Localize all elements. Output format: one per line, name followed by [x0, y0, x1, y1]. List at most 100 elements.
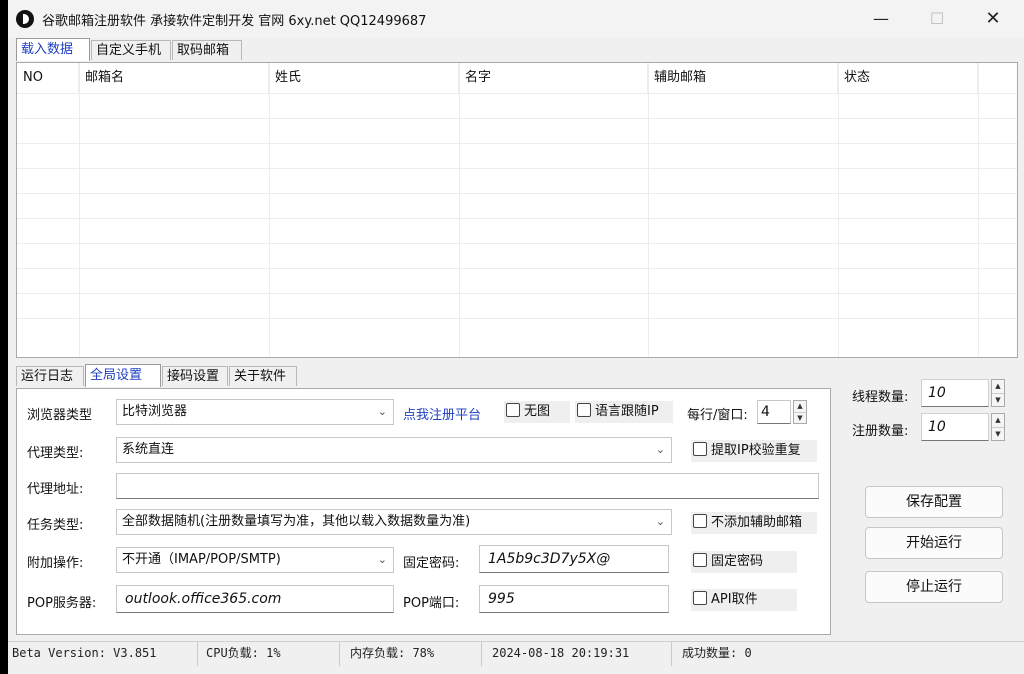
- minimize-button[interactable]: —: [858, 0, 904, 38]
- tab-load-data[interactable]: 载入数据: [16, 38, 90, 61]
- fetch-ip-check-label: 提取IP校验重复: [711, 443, 801, 458]
- thread-count-spinner[interactable]: ▲ ▼: [991, 379, 1005, 407]
- pop-port-input[interactable]: 995: [479, 585, 669, 613]
- col-header-aux-email[interactable]: 辅助邮箱: [648, 63, 838, 93]
- arrow-up-icon[interactable]: ▲: [992, 414, 1004, 427]
- no-aux-email-checkbox[interactable]: 不添加辅助邮箱: [691, 512, 817, 534]
- tab-about[interactable]: 关于软件: [229, 366, 297, 386]
- register-platform-link[interactable]: 点我注册平台: [403, 404, 481, 423]
- arrow-down-icon[interactable]: ▼: [794, 412, 806, 424]
- checkbox-icon: [693, 553, 707, 567]
- status-memory: 内存负载: 78%: [340, 642, 482, 666]
- maximize-button[interactable]: ☐: [914, 0, 960, 38]
- status-datetime: 2024-08-18 20:19:31: [482, 642, 672, 666]
- col-header-surname[interactable]: 姓氏: [269, 63, 459, 93]
- main-window: 谷歌邮箱注册软件 承接软件定制开发 官网 6xy.net QQ12499687 …: [8, 0, 1024, 674]
- chevron-down-icon: ⌄: [377, 553, 387, 566]
- register-count-spinner[interactable]: ▲ ▼: [991, 413, 1005, 441]
- status-cpu: CPU负载: 1%: [198, 642, 340, 666]
- thread-count-label: 线程数量:: [852, 390, 909, 405]
- arrow-down-icon[interactable]: ▼: [992, 427, 1004, 441]
- thread-count-input[interactable]: 10: [921, 379, 989, 407]
- pop-server-input[interactable]: outlook.office365.com: [116, 585, 394, 613]
- tab-custom-phone[interactable]: 自定义手机: [91, 40, 171, 60]
- col-header-given-name[interactable]: 名字: [459, 63, 648, 93]
- per-row-label: 每行/窗口:: [687, 408, 748, 423]
- col-header-email[interactable]: 邮箱名: [79, 63, 269, 93]
- browser-type-select[interactable]: 比特浏览器 ⌄: [116, 399, 394, 425]
- table-row[interactable]: [17, 168, 1017, 194]
- table-row[interactable]: [17, 243, 1017, 269]
- status-bar: Beta Version: V3.851 CPU负载: 1% 内存负载: 78%…: [8, 641, 1024, 666]
- tab-code-mailbox[interactable]: 取码邮箱: [172, 40, 242, 60]
- col-header-no[interactable]: NO: [17, 63, 79, 93]
- checkbox-icon: [693, 514, 707, 528]
- checkbox-icon: [506, 403, 520, 417]
- table-row[interactable]: [17, 193, 1017, 219]
- global-settings-panel: 浏览器类型 比特浏览器 ⌄ 点我注册平台 无图 语言跟随IP 每行/窗口: 4 …: [16, 388, 831, 635]
- stop-run-button[interactable]: 停止运行: [865, 571, 1003, 603]
- per-row-spinner[interactable]: ▲ ▼: [793, 400, 807, 424]
- table-row[interactable]: [17, 93, 1017, 119]
- chevron-down-icon: ⌄: [655, 515, 665, 528]
- arrow-up-icon[interactable]: ▲: [992, 380, 1004, 393]
- pop-port-label: POP端口:: [403, 596, 460, 611]
- per-row-input[interactable]: 4: [757, 400, 791, 424]
- col-header-status[interactable]: 状态: [838, 63, 978, 93]
- register-count-label: 注册数量:: [852, 424, 909, 439]
- tab-sms-settings[interactable]: 接码设置: [162, 366, 228, 386]
- extra-operation-value: 不开通（IMAP/POP/SMTP): [122, 552, 281, 567]
- bottom-tab-bar: 运行日志 全局设置 接码设置 关于软件: [16, 364, 316, 387]
- browser-type-label: 浏览器类型: [27, 408, 93, 423]
- no-aux-email-label: 不添加辅助邮箱: [711, 515, 803, 530]
- task-type-label: 任务类型:: [27, 518, 84, 533]
- table-row[interactable]: [17, 118, 1017, 144]
- checkbox-icon: [577, 403, 591, 417]
- fixed-password-input[interactable]: 1A5b9c3D7y5X@: [479, 545, 669, 573]
- proxy-type-label: 代理类型:: [27, 446, 84, 461]
- table-row[interactable]: [17, 293, 1017, 319]
- register-count-input[interactable]: 10: [921, 413, 989, 441]
- fixed-password-check-label: 固定密码: [711, 554, 764, 569]
- checkbox-icon: [693, 442, 707, 456]
- top-tab-bar: 载入数据 自定义手机 取码邮箱: [16, 38, 416, 61]
- proxy-type-value: 系统直连: [122, 442, 175, 457]
- close-button[interactable]: ✕: [970, 0, 1016, 38]
- window-title: 谷歌邮箱注册软件 承接软件定制开发 官网 6xy.net QQ12499687: [42, 14, 427, 29]
- no-image-label: 无图: [524, 404, 551, 419]
- lang-follow-ip-checkbox[interactable]: 语言跟随IP: [575, 401, 673, 423]
- data-grid[interactable]: NO 邮箱名 姓氏 名字 辅助邮箱 状态: [16, 62, 1018, 358]
- proxy-address-input[interactable]: [116, 473, 819, 499]
- pop-server-label: POP服务器:: [27, 596, 97, 611]
- proxy-type-select[interactable]: 系统直连 ⌄: [116, 437, 672, 463]
- tab-global-settings[interactable]: 全局设置: [85, 364, 161, 387]
- api-fetch-label: API取件: [711, 592, 758, 607]
- tab-run-log[interactable]: 运行日志: [16, 366, 84, 386]
- arrow-up-icon[interactable]: ▲: [794, 401, 806, 412]
- table-row[interactable]: [17, 268, 1017, 294]
- table-row[interactable]: [17, 143, 1017, 169]
- status-version: Beta Version: V3.851: [8, 642, 198, 666]
- table-row[interactable]: [17, 318, 1017, 344]
- fetch-ip-check-duplicate-checkbox[interactable]: 提取IP校验重复: [691, 440, 817, 462]
- checkbox-icon: [693, 591, 707, 605]
- fixed-password-checkbox[interactable]: 固定密码: [691, 551, 797, 573]
- task-type-select[interactable]: 全部数据随机(注册数量填写为准，其他以载入数据数量为准) ⌄: [116, 509, 672, 535]
- extra-operation-label: 附加操作:: [27, 556, 84, 571]
- api-fetch-checkbox[interactable]: API取件: [691, 589, 797, 611]
- app-logo-icon: [16, 10, 34, 28]
- start-run-button[interactable]: 开始运行: [865, 527, 1003, 559]
- proxy-address-label: 代理地址:: [27, 482, 84, 497]
- fixed-password-label: 固定密码:: [403, 556, 460, 571]
- browser-type-value: 比特浏览器: [122, 404, 188, 419]
- table-row[interactable]: [17, 218, 1017, 244]
- task-type-value: 全部数据随机(注册数量填写为准，其他以载入数据数量为准): [122, 514, 471, 529]
- no-image-checkbox[interactable]: 无图: [504, 401, 570, 423]
- chevron-down-icon: ⌄: [377, 405, 387, 418]
- save-config-button[interactable]: 保存配置: [865, 486, 1003, 518]
- lang-follow-ip-label: 语言跟随IP: [595, 404, 659, 419]
- chevron-down-icon: ⌄: [655, 443, 665, 456]
- status-success-count: 成功数量: 0: [682, 646, 752, 660]
- arrow-down-icon[interactable]: ▼: [992, 393, 1004, 407]
- extra-operation-select[interactable]: 不开通（IMAP/POP/SMTP) ⌄: [116, 547, 394, 573]
